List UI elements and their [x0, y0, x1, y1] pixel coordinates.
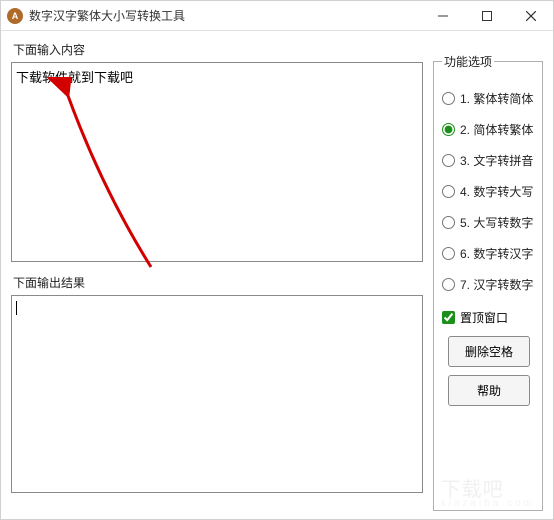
radio-6-label: 6. 数字转汉字: [460, 245, 533, 262]
radio-4-label: 4. 数字转大写: [460, 183, 533, 200]
options-panel: 功能选项 1. 繁体转简体 2. 简体转繁体 3. 文字转拼音 4. 数字转大写…: [433, 53, 543, 511]
radio-2[interactable]: [442, 123, 455, 136]
options-legend: 功能选项: [442, 53, 494, 70]
radio-1[interactable]: [442, 92, 455, 105]
minimize-icon: [438, 11, 448, 21]
option-4-number-to-uppercase[interactable]: 4. 数字转大写: [442, 183, 536, 200]
app-window: A 数字汉字繁体大小写转换工具 下面输入内容 下面输出结果 功能选项 1. 繁体…: [0, 0, 554, 520]
help-button[interactable]: 帮助: [448, 375, 530, 406]
window-title: 数字汉字繁体大小写转换工具: [29, 7, 185, 24]
input-label: 下面输入内容: [13, 41, 423, 58]
option-5-uppercase-to-number[interactable]: 5. 大写转数字: [442, 214, 536, 231]
radio-2-label: 2. 简体转繁体: [460, 121, 533, 138]
radio-3-label: 3. 文字转拼音: [460, 152, 533, 169]
option-3-text-to-pinyin[interactable]: 3. 文字转拼音: [442, 152, 536, 169]
remove-spaces-button[interactable]: 删除空格: [448, 336, 530, 367]
option-7-chinese-to-number[interactable]: 7. 汉字转数字: [442, 276, 536, 293]
radio-5[interactable]: [442, 216, 455, 229]
radio-1-label: 1. 繁体转简体: [460, 90, 533, 107]
radio-4[interactable]: [442, 185, 455, 198]
radio-5-label: 5. 大写转数字: [460, 214, 533, 231]
client-area: 下面输入内容 下面输出结果 功能选项 1. 繁体转简体 2. 简体转繁体 3. …: [1, 31, 553, 519]
maximize-icon: [482, 11, 492, 21]
output-label: 下面输出结果: [13, 274, 423, 291]
minimize-button[interactable]: [421, 1, 465, 31]
output-textarea[interactable]: [11, 295, 423, 493]
option-6-number-to-chinese[interactable]: 6. 数字转汉字: [442, 245, 536, 262]
radio-6[interactable]: [442, 247, 455, 260]
maximize-button[interactable]: [465, 1, 509, 31]
option-2-simplified-to-traditional[interactable]: 2. 简体转繁体: [442, 121, 536, 138]
radio-7[interactable]: [442, 278, 455, 291]
always-on-top-checkbox[interactable]: [442, 311, 455, 324]
always-on-top-row[interactable]: 置顶窗口: [442, 309, 536, 326]
input-textarea[interactable]: [11, 62, 423, 262]
titlebar: A 数字汉字繁体大小写转换工具: [1, 1, 553, 31]
option-1-traditional-to-simplified[interactable]: 1. 繁体转简体: [442, 90, 536, 107]
radio-3[interactable]: [442, 154, 455, 167]
left-column: 下面输入内容 下面输出结果: [11, 39, 423, 511]
close-icon: [526, 11, 536, 21]
always-on-top-label: 置顶窗口: [460, 309, 508, 326]
radio-7-label: 7. 汉字转数字: [460, 276, 533, 293]
text-cursor: [16, 301, 17, 315]
close-button[interactable]: [509, 1, 553, 31]
app-icon: A: [7, 8, 23, 24]
